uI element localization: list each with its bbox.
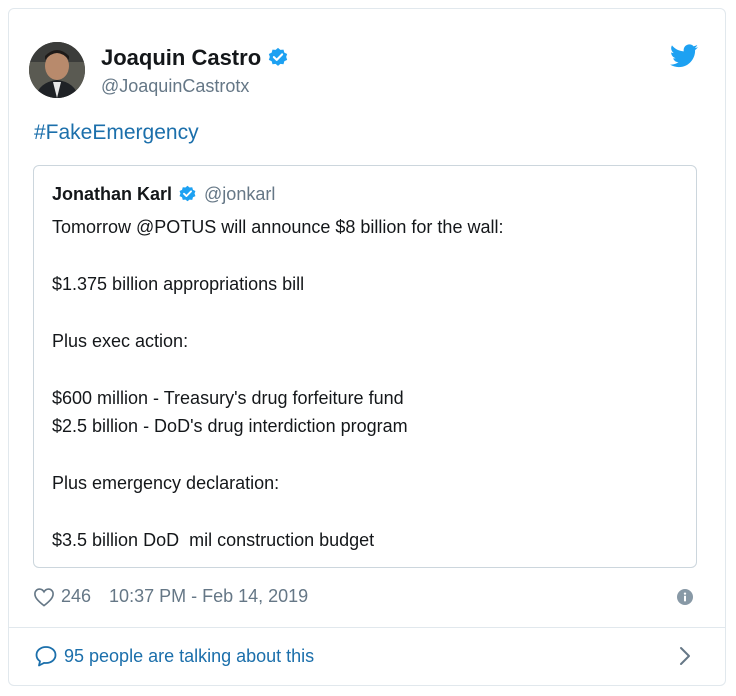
like-count: 246 (61, 586, 92, 606)
quoted-text-line: Plus emergency declaration: (52, 473, 280, 493)
verified-badge-icon (178, 185, 197, 204)
twitter-bird-icon[interactable] (670, 44, 698, 68)
info-icon[interactable] (677, 589, 693, 605)
author-name[interactable]: Joaquin Castro (101, 45, 261, 71)
avatar[interactable] (29, 42, 85, 98)
quoted-author-row: Jonathan Karl @jonkarl (52, 184, 275, 205)
conversation-link-label: 95 people are talking about this (64, 645, 315, 666)
chevron-right-icon[interactable] (678, 646, 692, 666)
quoted-text-line: $1.375 billion appropriations bill (52, 274, 305, 294)
quoted-text-line: $2.5 billion - DoD's drug interdiction p… (52, 416, 408, 436)
quoted-tweet[interactable]: Jonathan Karl @jonkarl Tomorrow @POTUS w… (33, 165, 697, 568)
quoted-author-name[interactable]: Jonathan Karl (52, 184, 172, 205)
conversation-link[interactable]: 95 people are talking about this (34, 645, 314, 667)
tweet-hashtag[interactable]: #FakeEmergency (34, 121, 199, 145)
author-handle[interactable]: @JoaquinCastrotx (101, 76, 249, 97)
author-name-row: Joaquin Castro (101, 45, 289, 71)
quoted-author-handle[interactable]: @jonkarl (204, 184, 275, 205)
heart-icon[interactable] (33, 587, 55, 607)
quoted-text-line: Plus exec action: (52, 331, 189, 351)
comment-bubble-icon (35, 646, 57, 667)
tweet-meta-row: 246 10:37 PM - Feb 14, 2019 (33, 586, 308, 607)
divider (8, 627, 726, 628)
tweet-timestamp[interactable]: 10:37 PM - Feb 14, 2019 (109, 586, 308, 607)
quoted-text-line: $600 million - Treasury's drug forfeitur… (52, 388, 404, 408)
quoted-text-line: $3.5 billion DoD mil construction budget (52, 530, 375, 550)
quoted-text-line: Tomorrow @POTUS will announce $8 billion… (52, 217, 504, 237)
verified-badge-icon (267, 47, 289, 69)
